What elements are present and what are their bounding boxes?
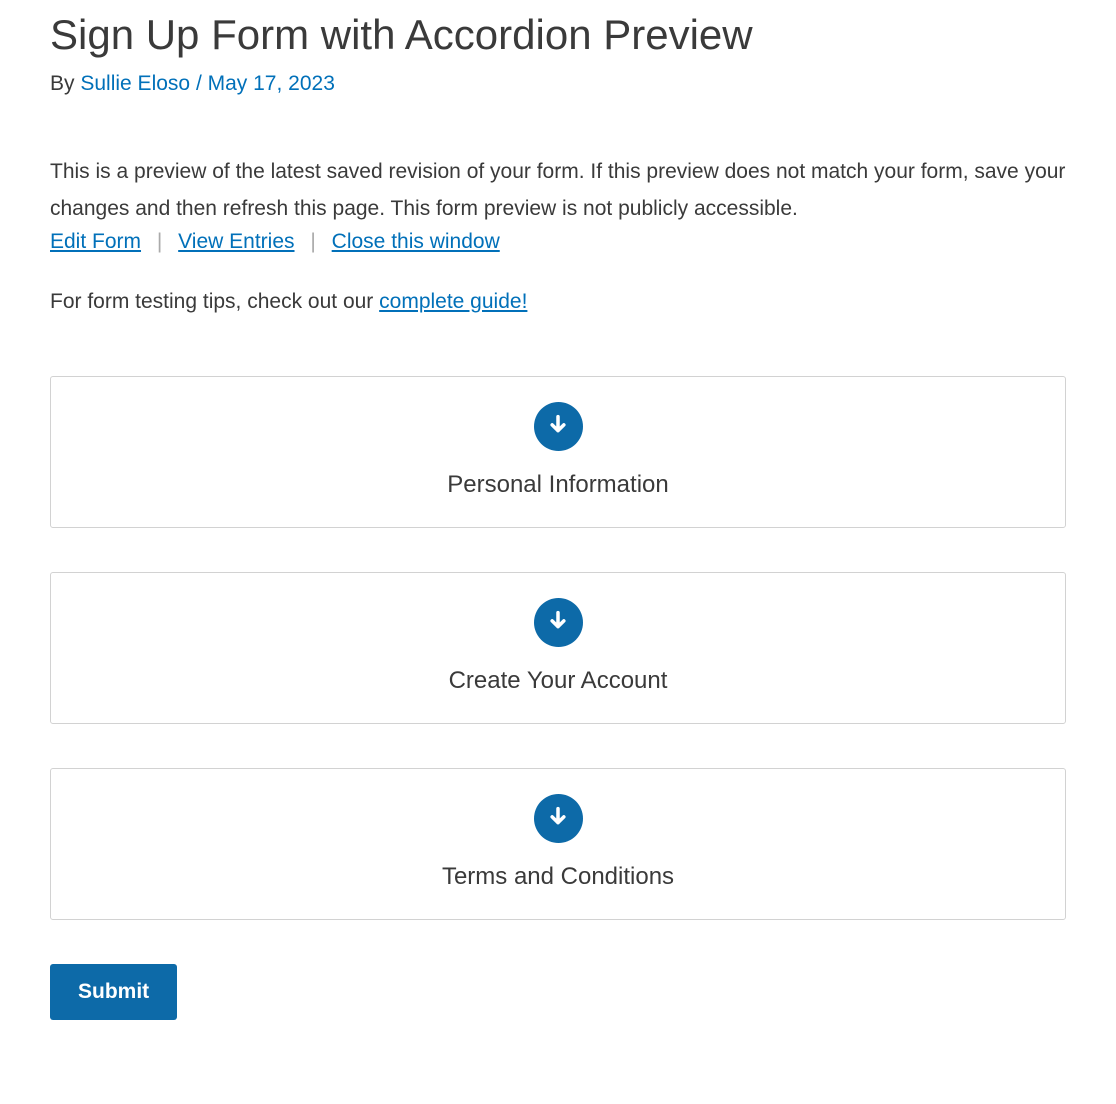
accordion-title: Terms and Conditions: [71, 863, 1045, 891]
arrow-down-icon: [534, 598, 583, 647]
action-links: Edit Form | View Entries | Close this wi…: [50, 230, 1066, 254]
arrow-down-icon: [534, 794, 583, 843]
tips-prefix: For form testing tips, check out our: [50, 290, 379, 313]
arrow-down-icon: [534, 402, 583, 451]
by-label: By: [50, 72, 75, 95]
complete-guide-link[interactable]: complete guide!: [379, 290, 527, 313]
accordion-personal-information[interactable]: Personal Information: [50, 376, 1066, 528]
page-title: Sign Up Form with Accordion Preview: [50, 10, 1066, 60]
submit-button[interactable]: Submit: [50, 964, 177, 1020]
link-separator: |: [310, 230, 315, 253]
accordion-create-account[interactable]: Create Your Account: [50, 572, 1066, 724]
accordion-title: Personal Information: [71, 471, 1045, 499]
edit-form-link[interactable]: Edit Form: [50, 230, 141, 253]
meta-separator: /: [196, 72, 202, 95]
intro-text: This is a preview of the latest saved re…: [50, 154, 1066, 228]
accordion-terms-conditions[interactable]: Terms and Conditions: [50, 768, 1066, 920]
author-name: Sullie Eloso: [80, 72, 190, 95]
tips-text: For form testing tips, check out our com…: [50, 290, 1066, 314]
close-window-link[interactable]: Close this window: [332, 230, 500, 253]
view-entries-link[interactable]: View Entries: [178, 230, 294, 253]
accordion-title: Create Your Account: [71, 667, 1045, 695]
post-date: May 17, 2023: [208, 72, 335, 95]
link-separator: |: [157, 230, 162, 253]
post-meta: By Sullie Eloso / May 17, 2023: [50, 72, 1066, 96]
